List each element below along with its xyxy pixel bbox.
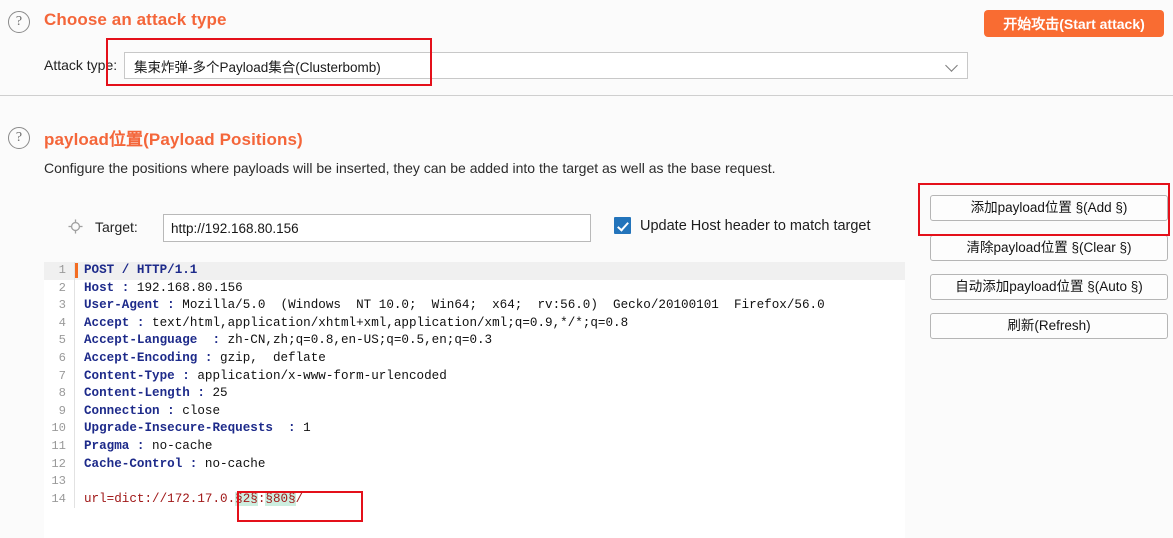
payload-positions-description: Configure the positions where payloads w… <box>44 160 776 176</box>
line-number: 14 <box>51 491 66 506</box>
request-line[interactable]: 8 Content-Length : 25 <box>44 385 905 403</box>
header-value: Mozilla/5.0 (Windows NT 10.0; Win64; x64… <box>174 298 825 313</box>
request-line-text: Cache-Control : no-cache <box>74 455 905 474</box>
request-editor[interactable]: 1 POST / HTTP/1.1 2 Host : 192.168.80.156 3 U… <box>44 262 905 538</box>
update-host-checkbox-row[interactable]: Update Host header to match target <box>614 217 871 234</box>
line-number: 7 <box>58 368 66 383</box>
payload-positions-title: payload位置(Payload Positions) <box>44 130 303 149</box>
request-line[interactable]: 1 POST / HTTP/1.1 <box>44 262 905 280</box>
request-line-text: Pragma : no-cache <box>74 437 905 456</box>
request-line[interactable]: 7 Content-Type : application/x-www-form-u… <box>44 367 905 386</box>
request-line-text: Accept-Language : zh-CN,zh;q=0.8,en-US;q… <box>74 332 905 350</box>
update-host-label: Update Host header to match target <box>640 217 871 234</box>
request-line-text <box>74 473 905 491</box>
header-name: Content-Length : <box>84 386 205 401</box>
request-body-text: url=dict://172.17.0. <box>84 491 236 506</box>
target-url-input[interactable] <box>163 214 591 242</box>
line-number: 1 <box>58 263 66 277</box>
header-name: Accept-Encoding : <box>84 350 213 365</box>
request-line-text: Accept-Encoding : gzip, deflate <box>74 349 905 368</box>
header-name: User-Agent : <box>84 298 175 313</box>
line-number: 4 <box>58 315 66 330</box>
line-number: 13 <box>51 474 66 489</box>
request-body-text: / <box>295 491 304 506</box>
header-name: Cache-Control : <box>84 456 198 471</box>
line-number: 10 <box>51 421 66 436</box>
request-line[interactable]: 13 <box>44 473 905 491</box>
request-line[interactable]: 11 Pragma : no-cache <box>44 437 905 456</box>
header-value: text/html,application/xhtml+xml,applicat… <box>144 315 629 330</box>
line-number: 2 <box>58 280 66 295</box>
request-line[interactable]: 4 Accept : text/html,application/xhtml+xm… <box>44 314 905 333</box>
header-name: Pragma : <box>84 438 145 453</box>
update-host-checkbox[interactable] <box>614 217 631 234</box>
header-value: 192.168.80.156 <box>129 280 243 295</box>
attack-type-selected-value: 集束炸弹-多个Payload集合(Clusterbomb) <box>134 59 381 75</box>
request-line[interactable]: 9 Connection : close <box>44 402 905 421</box>
target-label: Target: <box>95 219 138 235</box>
header-value: 25 <box>204 386 228 401</box>
add-payload-position-button[interactable]: 添加payload位置 §(Add §) <box>930 195 1168 221</box>
request-line-text: Content-Type : application/x-www-form-ur… <box>74 367 905 386</box>
clear-payload-position-button[interactable]: 清除payload位置 §(Clear §) <box>930 235 1168 261</box>
header-value: close <box>174 403 221 418</box>
request-line[interactable]: 10 Upgrade-Insecure-Requests : 1 <box>44 420 905 438</box>
header-value: no-cache <box>144 438 213 453</box>
header-value: zh-CN,zh;q=0.8,en-US;q=0.5,en;q=0.3 <box>220 333 493 348</box>
payload-marker[interactable]: §80§ <box>265 491 296 506</box>
payload-marker[interactable]: §2§ <box>235 491 258 506</box>
page-title: Choose an attack type <box>44 10 227 29</box>
header-name: Host : <box>84 280 130 295</box>
request-line[interactable]: 3 User-Agent : Mozilla/5.0 (Windows NT 10… <box>44 297 905 315</box>
line-number: 3 <box>58 298 66 313</box>
header-name: Upgrade-Insecure-Requests : <box>84 421 296 436</box>
request-line-text: Content-Length : 25 <box>74 385 905 403</box>
request-line-text: Host : 192.168.80.156 <box>74 279 905 298</box>
section-divider <box>0 95 1173 96</box>
line-number: 9 <box>58 403 66 418</box>
header-name: POST / HTTP/1.1 <box>84 263 198 277</box>
request-line[interactable]: 2 Host : 192.168.80.156 <box>44 279 905 298</box>
line-number: 8 <box>58 386 66 401</box>
header-value: no-cache <box>197 456 266 471</box>
header-name: Accept : <box>84 315 145 330</box>
header-name: Connection : <box>84 403 175 418</box>
header-name: Content-Type : <box>84 368 190 383</box>
header-value: gzip, deflate <box>212 350 326 365</box>
request-line[interactable]: 6 Accept-Encoding : gzip, deflate <box>44 349 905 368</box>
header-name: Accept-Language : <box>84 333 221 348</box>
auto-payload-position-button[interactable]: 自动添加payload位置 §(Auto §) <box>930 274 1168 300</box>
request-line[interactable]: 12 Cache-Control : no-cache <box>44 455 905 474</box>
line-number: 5 <box>58 333 66 348</box>
refresh-button[interactable]: 刷新(Refresh) <box>930 313 1168 339</box>
line-number: 6 <box>58 350 66 365</box>
start-attack-button[interactable]: 开始攻击(Start attack) <box>984 10 1164 37</box>
request-line-text: url=dict://172.17.0.§2§:§80§/ <box>74 490 905 509</box>
request-line-text: Accept : text/html,application/xhtml+xml… <box>74 314 905 333</box>
header-value: application/x-www-form-urlencoded <box>189 368 447 383</box>
request-line-text: Connection : close <box>74 402 905 421</box>
request-line[interactable]: 14 url=dict://172.17.0.§2§:§80§/ <box>44 490 905 509</box>
attack-type-select[interactable]: 集束炸弹-多个Payload集合(Clusterbomb) <box>124 52 968 79</box>
chevron-down-icon <box>946 59 959 72</box>
line-number: 11 <box>51 438 66 453</box>
header-value: 1 <box>295 421 311 436</box>
question-mark-icon[interactable]: ? <box>8 127 30 149</box>
line-number: 12 <box>51 456 66 471</box>
request-line[interactable]: 5 Accept-Language : zh-CN,zh;q=0.8,en-US;… <box>44 332 905 350</box>
request-line-text: Upgrade-Insecure-Requests : 1 <box>74 420 905 438</box>
request-line-text: User-Agent : Mozilla/5.0 (Windows NT 10.… <box>74 297 905 315</box>
request-line-text: POST / HTTP/1.1 <box>74 262 905 280</box>
crosshair-icon <box>68 219 83 234</box>
question-mark-icon[interactable]: ? <box>8 11 30 33</box>
attack-type-label: Attack type: <box>44 57 118 73</box>
